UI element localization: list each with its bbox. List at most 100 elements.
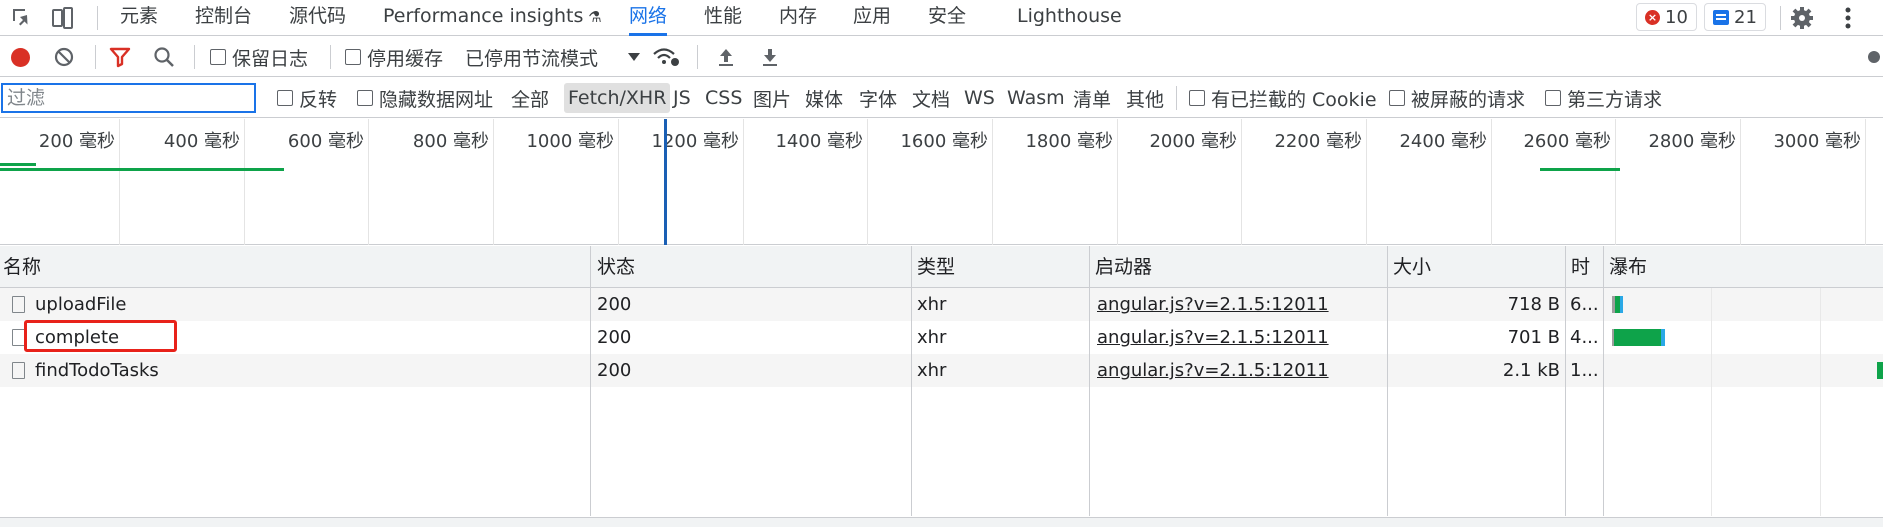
column-header-status[interactable]: 状态: [594, 246, 910, 288]
divider: [194, 45, 195, 69]
tab-6[interactable]: 内存: [779, 0, 817, 36]
type-filter-10[interactable]: 清单: [1073, 78, 1111, 118]
column-header-type[interactable]: 类型: [914, 246, 1088, 288]
filter-funnel-icon[interactable]: [106, 43, 134, 71]
settings-gear-icon[interactable]: [1788, 4, 1816, 32]
request-size: 718 B: [1507, 294, 1560, 315]
divider: [697, 45, 698, 69]
type-filter-1[interactable]: Fetch/XHR: [564, 83, 671, 113]
chevron-down-icon: [628, 53, 641, 61]
request-initiator[interactable]: angular.js?v=2.1.5:12011: [1097, 288, 1377, 321]
type-filter-3[interactable]: CSS: [705, 78, 742, 118]
type-filter-7[interactable]: 文档: [912, 78, 950, 118]
checkbox[interactable]: [277, 90, 293, 106]
export-har-download-icon[interactable]: [756, 43, 784, 71]
record-icon[interactable]: [6, 43, 34, 71]
request-status: 200: [597, 327, 632, 348]
tab-9[interactable]: Lighthouse: [1017, 0, 1122, 36]
search-icon[interactable]: [150, 43, 178, 71]
column-divider[interactable]: [1603, 246, 1604, 516]
errors-badge[interactable]: × 10: [1636, 3, 1697, 31]
checkbox[interactable]: [210, 49, 226, 65]
table-row[interactable]: complete 200 xhr angular.js?v=2.1.5:12011 70…: [0, 320, 1883, 354]
checkbox[interactable]: [345, 49, 361, 65]
blocked-requests-label: 被屏蔽的请求: [1411, 88, 1526, 111]
tab-1[interactable]: 控制台: [195, 0, 252, 36]
request-name[interactable]: uploadFile: [35, 288, 585, 321]
column-divider[interactable]: [1565, 246, 1566, 516]
tab-3[interactable]: Performance insights ⚗: [383, 0, 602, 36]
timeline-tick-label: 2200 毫秒: [1274, 131, 1362, 152]
column-divider[interactable]: [1387, 246, 1388, 516]
tab-4[interactable]: 网络: [629, 0, 668, 36]
type-filter-2[interactable]: JS: [673, 78, 691, 118]
column-header-name[interactable]: 名称: [0, 246, 590, 288]
divider: [1176, 86, 1177, 110]
tab-5[interactable]: 性能: [704, 0, 742, 36]
network-settings-gear-icon[interactable]: [1860, 43, 1880, 71]
column-header-size[interactable]: 大小: [1390, 246, 1564, 288]
invert-checkbox[interactable]: 反转: [277, 78, 337, 118]
request-initiator[interactable]: angular.js?v=2.1.5:12011: [1097, 321, 1377, 354]
column-divider[interactable]: [911, 246, 912, 516]
timeline-tick-label: 400 毫秒: [163, 131, 240, 152]
column-divider[interactable]: [590, 246, 591, 516]
timeline-overview[interactable]: 200 毫秒 400 毫秒 600 毫秒 800 毫秒 1000 毫秒 1200 毫秒 14…: [0, 119, 1883, 245]
preserve-log-checkbox[interactable]: 保留日志: [210, 37, 308, 77]
checkbox[interactable]: [357, 90, 373, 106]
checkbox[interactable]: [1545, 90, 1561, 106]
type-filter-8[interactable]: WS: [964, 78, 995, 118]
type-filter-11[interactable]: 其他: [1126, 78, 1164, 118]
waterfall-gridline: [1711, 288, 1712, 516]
disable-cache-checkbox[interactable]: 停用缓存: [345, 37, 443, 77]
inspect-element-icon[interactable]: [8, 4, 36, 32]
waterfall-bar: [1877, 362, 1883, 379]
table-row[interactable]: findTodoTasks 200 xhr angular.js?v=2.1.5:12…: [0, 354, 1883, 387]
experimental-flask-icon: ⚗: [583, 8, 602, 26]
timeline-tick-label: 2000 毫秒: [1149, 131, 1237, 152]
message-icon: [1713, 9, 1729, 25]
status-bar: [0, 517, 1883, 527]
timeline-tick-label: 2800 毫秒: [1648, 131, 1736, 152]
type-filter-5[interactable]: 媒体: [805, 78, 843, 118]
throttling-select[interactable]: 已停用节流模式: [465, 37, 641, 77]
timeline-tick-label: 2600 毫秒: [1523, 131, 1611, 152]
device-toolbar-icon[interactable]: [48, 4, 76, 32]
blocked-requests-checkbox[interactable]: 被屏蔽的请求: [1389, 78, 1525, 118]
invert-label: 反转: [299, 88, 338, 111]
messages-count: 21: [1734, 6, 1757, 28]
timeline-tick-label: 1800 毫秒: [1025, 131, 1113, 152]
import-har-upload-icon[interactable]: [712, 43, 740, 71]
waterfall-gridline: [1820, 288, 1821, 516]
request-initiator[interactable]: angular.js?v=2.1.5:12011: [1097, 354, 1377, 387]
third-party-checkbox[interactable]: 第三方请求: [1545, 78, 1662, 118]
blocked-cookies-checkbox[interactable]: 有已拦截的 Cookie: [1189, 78, 1377, 118]
checkbox[interactable]: [1389, 90, 1405, 106]
column-divider[interactable]: [1089, 246, 1090, 516]
type-filter-4[interactable]: 图片: [753, 78, 791, 118]
tab-0[interactable]: 元素: [120, 0, 158, 36]
checkbox[interactable]: [1189, 90, 1205, 106]
column-header-initiator[interactable]: 启动器: [1092, 246, 1386, 288]
messages-badge[interactable]: 21: [1704, 3, 1766, 31]
divider: [97, 6, 98, 30]
filter-input[interactable]: [1, 83, 256, 113]
tab-7[interactable]: 应用: [853, 0, 891, 36]
column-header-waterfall[interactable]: 瀑布: [1606, 246, 1883, 288]
column-header-time[interactable]: 时: [1568, 246, 1600, 288]
table-row[interactable]: uploadFile 200 xhr angular.js?v=2.1.5:12011…: [0, 288, 1883, 321]
more-options-icon[interactable]: [1834, 4, 1862, 32]
clear-icon[interactable]: [50, 43, 78, 71]
overview-bar: [1540, 168, 1620, 171]
error-icon: ×: [1645, 9, 1660, 25]
type-filter-6[interactable]: 字体: [859, 78, 897, 118]
request-name[interactable]: findTodoTasks: [35, 354, 585, 387]
tab-2[interactable]: 源代码: [289, 0, 346, 36]
type-filter-0[interactable]: 全部: [511, 78, 549, 118]
network-toolbar: 保留日志 停用缓存 已停用节流模式: [0, 37, 1883, 77]
hide-data-urls-checkbox[interactable]: 隐藏数据网址: [357, 78, 493, 118]
network-conditions-wifi-icon[interactable]: [652, 43, 680, 71]
timeline-tick-label: 200 毫秒: [38, 131, 115, 152]
type-filter-9[interactable]: Wasm: [1007, 78, 1065, 118]
tab-8[interactable]: 安全: [928, 0, 966, 36]
